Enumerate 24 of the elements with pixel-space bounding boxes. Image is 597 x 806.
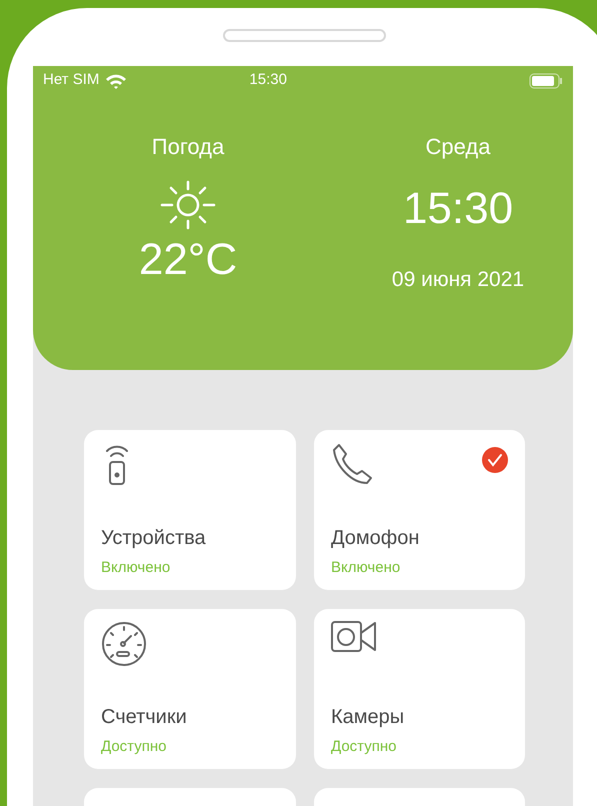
date-label: 09 июня 2021 [392,267,524,293]
carrier-label: Нет SIM [43,70,100,90]
video-camera-icon [331,621,377,653]
battery-icon [529,72,563,88]
tile-card[interactable]: Домофон Включено [314,430,525,590]
weekday-label: Среда [426,133,490,161]
tile-title: Устройства [101,526,207,551]
status-time: 15:30 [249,70,287,90]
tile-card[interactable]: Устройства Включено [84,430,296,590]
tile-card[interactable]: Счетчики Доступно [84,609,296,769]
clock-time: 15:30 [402,187,514,231]
tile-title: Домофон [331,526,420,551]
tile-title: Счетчики [101,705,188,730]
phone-icon [331,442,375,486]
wifi-icon [105,72,128,88]
tile-status: Включено [331,558,402,578]
tile-status: Включено [101,558,172,578]
temperature-reading: 22°C [138,238,238,282]
tile-title: Камеры [331,705,406,730]
tile-status: Доступно [101,737,168,757]
tile-status: Доступно [331,737,398,757]
tile-card[interactable]: Камеры Доступно [314,609,525,769]
weather-label: Погода [152,133,224,161]
gauge-icon [101,621,147,667]
